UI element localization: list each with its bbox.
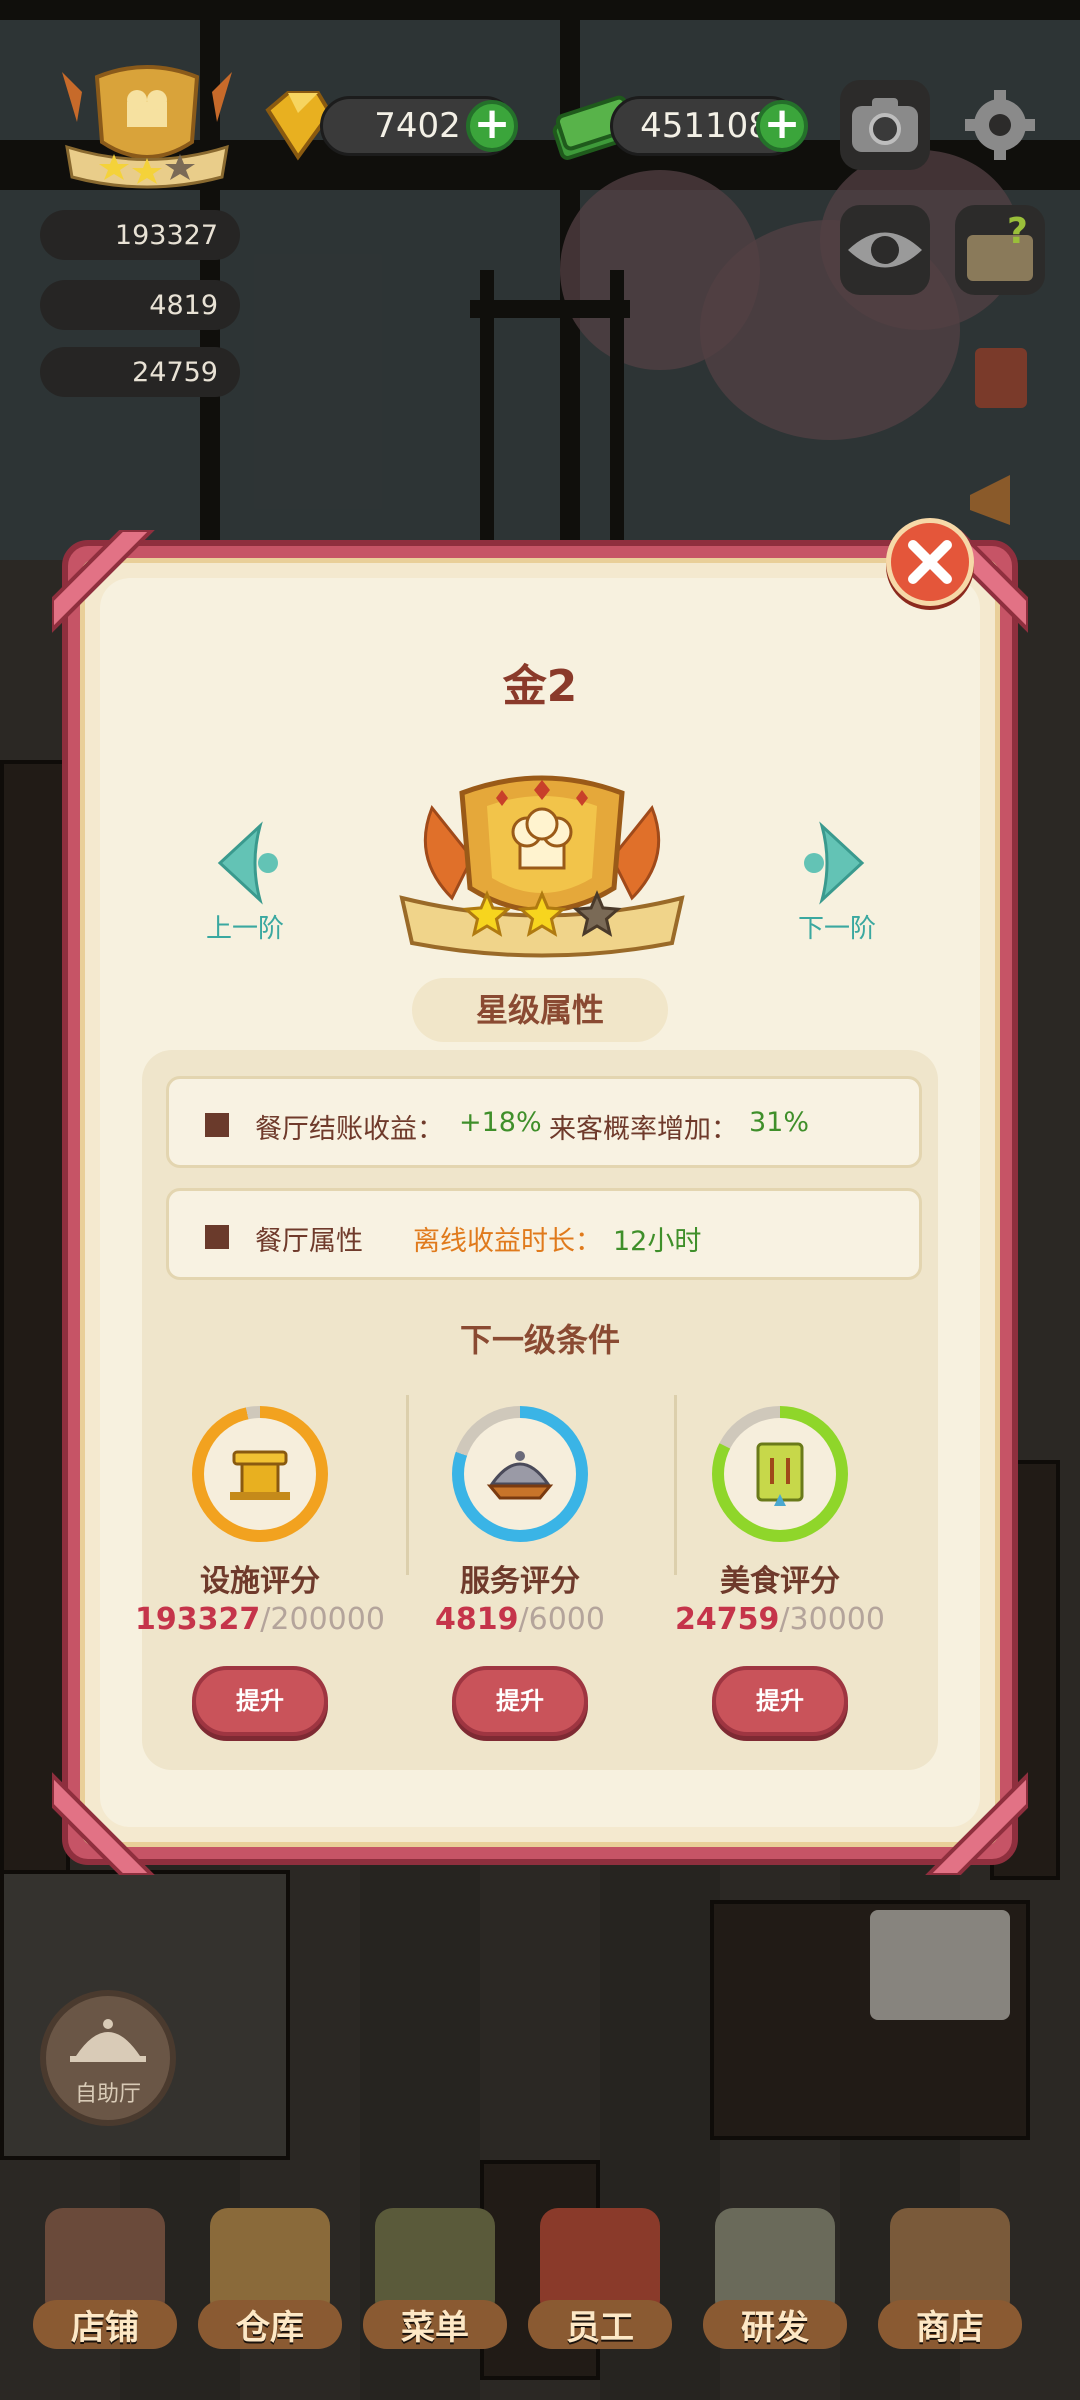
requirement-column: 美食评分 24759/30000 提升 bbox=[650, 1406, 910, 1746]
requirement-current: 24759 bbox=[675, 1602, 780, 1637]
tab-label: 仓库 bbox=[198, 2300, 342, 2349]
recipe-book-icon bbox=[756, 1442, 804, 1506]
next-rank-button[interactable]: 下一阶 bbox=[782, 818, 892, 948]
requirement-column: 服务评分 4819/6000 提升 bbox=[390, 1406, 650, 1746]
tab-staff[interactable]: 员工 bbox=[520, 2190, 680, 2370]
bullet-square-icon bbox=[205, 1225, 229, 1249]
self-service-label: 自助厅 bbox=[74, 2082, 141, 2107]
requirement-max: 6000 bbox=[528, 1602, 605, 1637]
next-level-title: 下一级条件 bbox=[459, 1321, 620, 1359]
offline-income-label: 离线收益时长： bbox=[413, 1226, 602, 1257]
requirement-progress-text: 193327/200000 bbox=[130, 1602, 390, 1637]
red-book-icon bbox=[975, 348, 1027, 408]
requirement-max: 200000 bbox=[270, 1602, 385, 1637]
progress-ring bbox=[192, 1406, 328, 1542]
customer-rate-value: 31% bbox=[749, 1107, 810, 1138]
requirement-column: 设施评分 193327/200000 提升 bbox=[130, 1406, 390, 1746]
upgrade-button[interactable]: 提升 bbox=[192, 1666, 328, 1736]
checkout-income-value: +18% bbox=[459, 1107, 542, 1138]
guide-book-button[interactable]: ? bbox=[955, 205, 1045, 295]
gear-icon bbox=[965, 90, 1035, 160]
progress-ring bbox=[712, 1406, 848, 1542]
chevron-left-icon bbox=[217, 821, 278, 905]
food-score-pill: 24759 bbox=[40, 347, 240, 397]
requirement-name: 美食评分 bbox=[720, 1564, 840, 1599]
restaurant-attribute-label: 餐厅属性 bbox=[255, 1226, 363, 1257]
progress-ring bbox=[452, 1406, 588, 1542]
requirement-current: 4819 bbox=[435, 1602, 519, 1637]
chevron-right-icon bbox=[804, 821, 865, 905]
facility-score-pill: 193327 bbox=[40, 210, 240, 260]
requirement-progress-text: 24759/30000 bbox=[650, 1602, 910, 1637]
service-cloche-icon bbox=[486, 1451, 554, 1500]
requirement-name: 服务评分 bbox=[460, 1564, 580, 1599]
tab-label: 菜单 bbox=[363, 2300, 507, 2349]
rank-badge-icon[interactable] bbox=[52, 62, 242, 192]
requirement-max: 30000 bbox=[789, 1602, 885, 1637]
tab-warehouse[interactable]: 仓库 bbox=[190, 2190, 350, 2370]
offline-income-value: 12小时 bbox=[613, 1226, 702, 1257]
camera-icon bbox=[852, 98, 918, 152]
close-dialog-button[interactable] bbox=[886, 518, 974, 606]
next-rank-label: 下一阶 bbox=[797, 914, 876, 944]
requirement-separator: / bbox=[779, 1602, 790, 1637]
requirement-progress-text: 4819/6000 bbox=[390, 1602, 650, 1637]
previous-rank-button[interactable]: 上一阶 bbox=[190, 818, 300, 948]
diamond-count: 7402 bbox=[374, 106, 461, 146]
view-toggle-button[interactable] bbox=[840, 205, 930, 295]
star-attributes-title: 星级属性 bbox=[412, 978, 668, 1042]
requirement-separator: / bbox=[260, 1602, 271, 1637]
previous-rank-label: 上一阶 bbox=[205, 914, 284, 944]
self-service-button[interactable]: 自助厅 bbox=[40, 1990, 176, 2126]
restaurant-attribute-row: 餐厅属性 离线收益时长： 12小时 bbox=[166, 1188, 922, 1280]
rank-title: 金2 bbox=[502, 661, 578, 712]
tab-research[interactable]: 研发 bbox=[695, 2190, 855, 2370]
help-book-icon: ? bbox=[967, 211, 1033, 281]
requirement-current: 193327 bbox=[135, 1602, 261, 1637]
svg-text:?: ? bbox=[1007, 211, 1028, 252]
requirement-name: 设施评分 bbox=[200, 1564, 320, 1599]
tab-label: 店铺 bbox=[33, 2300, 177, 2349]
corner-ornament bbox=[52, 530, 155, 633]
customer-rate-label: 来客概率增加： bbox=[549, 1114, 738, 1145]
gold-rank-emblem bbox=[399, 775, 685, 958]
cash-count: 451108 bbox=[640, 106, 770, 146]
close-icon bbox=[908, 540, 952, 584]
bullet-square-icon bbox=[205, 1113, 229, 1137]
income-attribute-row: 餐厅结账收益： +18% 来客概率增加： 31% bbox=[166, 1076, 922, 1168]
service-score: 4819 bbox=[149, 289, 218, 321]
tab-label: 员工 bbox=[528, 2300, 672, 2349]
tab-label: 研发 bbox=[703, 2300, 847, 2349]
tab-label: 商店 bbox=[878, 2300, 1022, 2349]
upgrade-button[interactable]: 提升 bbox=[712, 1666, 848, 1736]
tab-shop[interactable]: 店铺 bbox=[25, 2190, 185, 2370]
food-score: 24759 bbox=[132, 356, 218, 388]
checkout-income-label: 餐厅结账收益： bbox=[255, 1114, 444, 1145]
add-diamonds-button[interactable]: + bbox=[466, 100, 518, 152]
tab-store[interactable]: 商店 bbox=[870, 2190, 1030, 2370]
settings-button[interactable] bbox=[955, 80, 1045, 170]
star-rank-dialog: 金2 上一阶 下一阶 星级属性 餐厅结账收益： +18% 来客概率增加： 31%… bbox=[52, 530, 1028, 1875]
requirement-separator: / bbox=[518, 1602, 529, 1637]
add-cash-button[interactable]: + bbox=[756, 100, 808, 152]
tab-menu[interactable]: 菜单 bbox=[355, 2190, 515, 2370]
service-score-pill: 4819 bbox=[40, 280, 240, 330]
recipe-book-button[interactable] bbox=[955, 330, 1045, 420]
facility-score: 193327 bbox=[114, 219, 218, 251]
camera-button[interactable] bbox=[840, 80, 930, 170]
upgrade-button[interactable]: 提升 bbox=[452, 1666, 588, 1736]
cloche-icon bbox=[70, 2019, 146, 2062]
facility-icon bbox=[230, 1450, 290, 1500]
eye-icon bbox=[848, 232, 922, 268]
